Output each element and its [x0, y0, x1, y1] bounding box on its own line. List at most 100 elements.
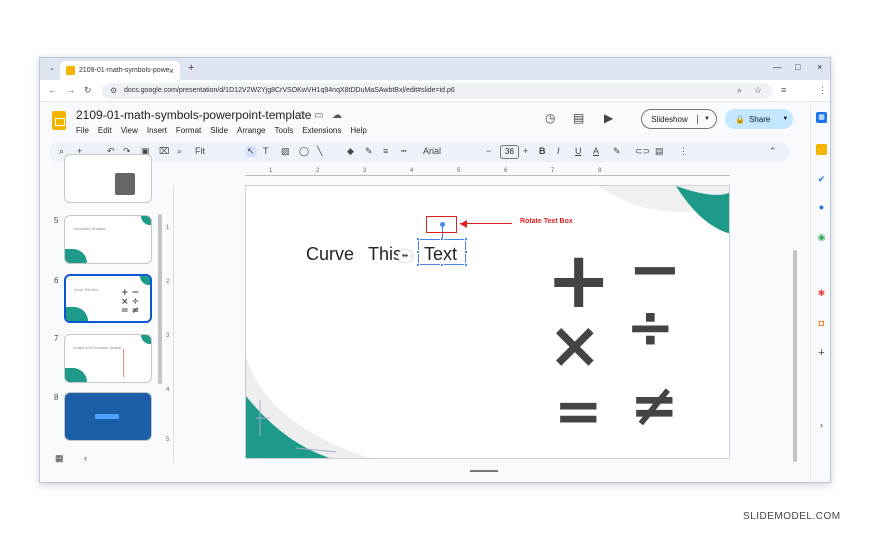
highlight-icon[interactable]: ✎: [613, 146, 621, 157]
star-icon[interactable]: ☆: [297, 110, 306, 121]
word-curve[interactable]: Curve: [306, 244, 354, 265]
zoom-select[interactable]: Fit: [195, 146, 205, 156]
underline-button[interactable]: U: [575, 146, 582, 156]
multiply-symbol[interactable]: ×: [548, 314, 602, 378]
close-tab-icon[interactable]: ×: [169, 66, 174, 76]
resize-handle[interactable]: [416, 263, 420, 267]
chevron-down-icon[interactable]: ▼: [698, 116, 716, 122]
comments-icon[interactable]: ▤: [573, 111, 584, 125]
search-menus-icon[interactable]: ⌕: [59, 146, 64, 157]
resize-handle[interactable]: [464, 250, 468, 254]
ruler-line: [245, 175, 730, 176]
maximize-button[interactable]: □: [795, 62, 800, 72]
ruler-mark: 5: [166, 437, 170, 443]
selected-text-box[interactable]: [418, 239, 466, 265]
thumb-title: Graph of a Function Shape: [73, 345, 122, 350]
word-this[interactable]: This: [368, 244, 402, 265]
tasks-icon[interactable]: ✔: [816, 174, 827, 185]
slide-thumb-6[interactable]: Curve This text + − × ÷ = ≠: [64, 274, 152, 323]
back-icon[interactable]: ←: [48, 85, 57, 95]
thumb-graph: [123, 349, 124, 377]
addon-icon[interactable]: ✱: [816, 288, 827, 299]
font-size-input[interactable]: 36: [500, 145, 519, 159]
site-info-icon[interactable]: ⚙: [110, 83, 117, 99]
speaker-notes-handle[interactable]: [470, 470, 498, 472]
zoom-icon[interactable]: ⌕: [177, 146, 182, 157]
border-color-icon[interactable]: ✎: [365, 146, 373, 157]
cloud-status-icon[interactable]: ☁: [332, 110, 342, 121]
new-tab-button[interactable]: +: [188, 62, 194, 74]
paint-format-icon[interactable]: ⌧: [159, 146, 169, 157]
font-select[interactable]: Arial: [423, 146, 441, 156]
expand-panel-icon[interactable]: ›: [816, 420, 827, 431]
keep-icon[interactable]: [816, 144, 827, 155]
vertical-ruler[interactable]: 1 2 3 4 5: [166, 187, 176, 462]
resize-handle[interactable]: [464, 263, 468, 267]
border-weight-icon[interactable]: ≡: [383, 146, 388, 156]
calendar-icon[interactable]: ▦: [816, 112, 827, 123]
increase-font-icon[interactable]: +: [523, 146, 528, 156]
resize-cursor-icon: ⇹: [398, 250, 412, 262]
slide-thumb-7[interactable]: Graph of a Function Shape: [64, 334, 152, 383]
resize-handle[interactable]: [416, 237, 420, 241]
text-color-button[interactable]: A: [593, 146, 599, 156]
tab-strip: ⌄ 2109-01-math-symbols-powerp × + — □ ×: [40, 58, 830, 80]
slide-thumb-5[interactable]: Geometry Shapes: [64, 215, 152, 264]
meet-camera-icon[interactable]: ▶: [604, 111, 613, 125]
not-equal-symbol[interactable]: ≠: [630, 376, 679, 434]
border-dash-icon[interactable]: ┅: [401, 146, 406, 157]
equals-symbol[interactable]: =: [554, 382, 603, 440]
ruler-mark: 3: [363, 168, 367, 174]
collapse-panel-icon[interactable]: ‹: [84, 453, 87, 463]
reload-icon[interactable]: ↻: [84, 85, 92, 96]
url-input[interactable]: ⚙ docs.google.com/presentation/d/1D12V2W…: [102, 83, 772, 99]
add-addon-icon[interactable]: +: [816, 348, 827, 359]
slide-canvas[interactable]: Curve This Text ⇹ Rotate Text Box + − × …: [245, 185, 730, 459]
select-cursor-icon[interactable]: ↖: [245, 146, 257, 157]
fill-color-icon[interactable]: ◆: [347, 146, 354, 157]
canvas-scrollbar[interactable]: [793, 250, 797, 462]
horizontal-ruler[interactable]: [40, 124, 729, 211]
filmstrip-scrollbar[interactable]: [158, 214, 162, 384]
thumb-accent: [66, 307, 88, 321]
share-button[interactable]: 🔒 Share ▼: [725, 109, 793, 129]
document-title[interactable]: 2109-01-math-symbols-powerpoint-template: [76, 108, 311, 122]
bold-button[interactable]: B: [539, 146, 546, 156]
addon-office-icon[interactable]: ◘: [816, 318, 827, 329]
tab-search-button[interactable]: ⌄: [46, 63, 58, 75]
decrease-font-icon[interactable]: −: [486, 146, 491, 156]
collapse-toolbar-icon[interactable]: ⌃: [769, 146, 777, 157]
slide-thumb-8[interactable]: [64, 392, 152, 441]
zoom-icon[interactable]: ⌕: [737, 85, 742, 96]
contacts-icon[interactable]: ●: [816, 202, 827, 213]
line-icon[interactable]: ╲: [317, 146, 322, 157]
text-box-icon[interactable]: T: [263, 146, 269, 156]
shape-icon[interactable]: ◯: [299, 146, 309, 157]
divide-symbol[interactable]: ÷: [626, 298, 675, 356]
annotation-label: Rotate Text Box: [520, 218, 573, 225]
thumb-accent: [141, 216, 151, 225]
resize-handle[interactable]: [440, 263, 444, 267]
chevron-down-icon[interactable]: ▼: [782, 116, 788, 122]
version-history-icon[interactable]: ◷: [545, 111, 555, 125]
maps-icon[interactable]: ◉: [816, 232, 827, 243]
resize-handle[interactable]: [464, 237, 468, 241]
more-options-icon[interactable]: ⋮: [679, 146, 688, 157]
slide-thumb-4[interactable]: [64, 154, 152, 203]
bookmark-star-icon[interactable]: ☆: [754, 85, 762, 96]
browser-menu-icon[interactable]: ⋮: [818, 85, 827, 96]
forward-icon[interactable]: →: [66, 85, 75, 95]
browser-tab[interactable]: 2109-01-math-symbols-powerp ×: [60, 61, 180, 80]
image-icon[interactable]: ▨: [281, 146, 290, 157]
move-folder-icon[interactable]: ▭: [314, 110, 323, 121]
close-window-button[interactable]: ×: [817, 62, 822, 72]
resize-handle[interactable]: [416, 250, 420, 254]
thumb-accent: [140, 276, 150, 285]
link-icon[interactable]: ⊂⊃: [635, 146, 650, 157]
minimize-button[interactable]: —: [773, 62, 782, 72]
comment-add-icon[interactable]: ▤: [655, 146, 664, 157]
grid-view-icon[interactable]: ▦: [55, 453, 64, 464]
italic-button[interactable]: I: [557, 146, 560, 156]
ruler-mark: 7: [551, 168, 555, 174]
reading-list-icon[interactable]: ≡: [781, 85, 786, 95]
